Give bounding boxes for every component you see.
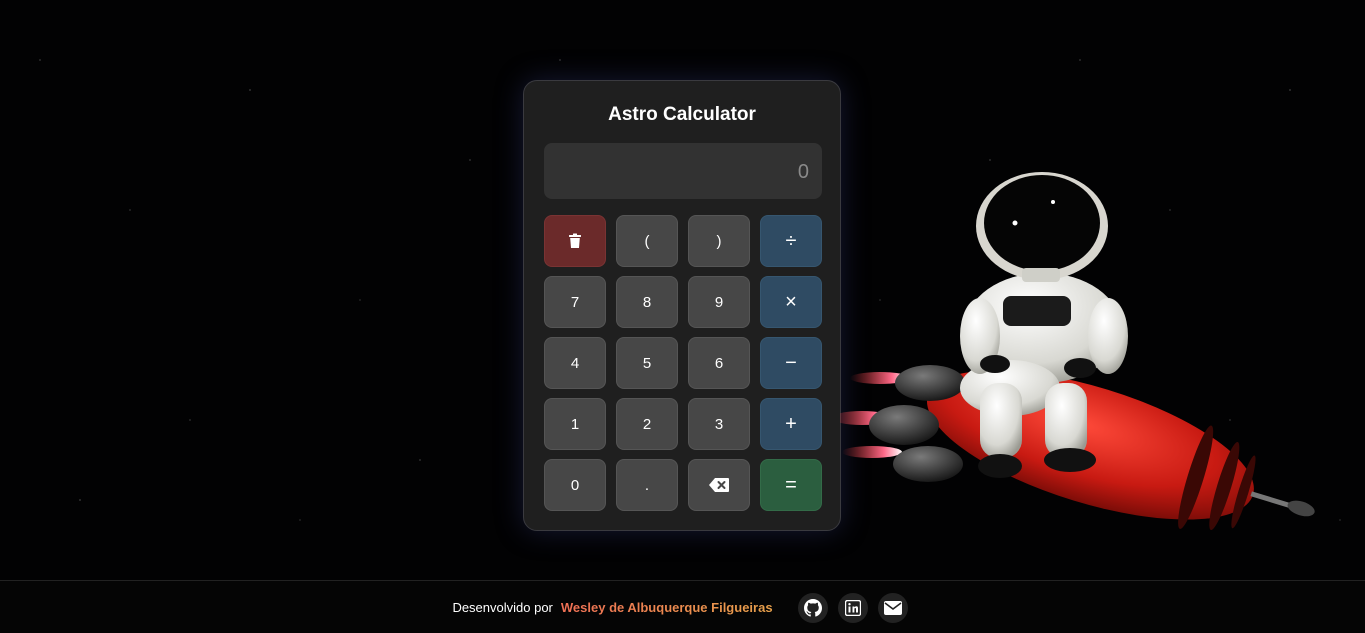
linkedin-link[interactable] (837, 592, 868, 623)
digit-1-button[interactable]: 1 (544, 398, 606, 450)
github-link[interactable] (797, 592, 828, 623)
close-paren-button[interactable]: ) (688, 215, 750, 267)
calculator-display: 0 (544, 143, 822, 199)
backspace-button[interactable] (688, 459, 750, 511)
footer-prefix: Desenvolvido por (452, 600, 553, 615)
calculator-title: Astro Calculator (608, 104, 756, 125)
astronaut-rocket-illustration (840, 172, 1315, 531)
digit-4-button[interactable]: 4 (544, 337, 606, 389)
footer: Desenvolvido por Wesley de Albuquerque F… (0, 580, 1365, 633)
digit-8-button[interactable]: 8 (616, 276, 678, 328)
email-link[interactable] (877, 592, 908, 623)
digit-5-button[interactable]: 5 (616, 337, 678, 389)
email-icon (883, 600, 902, 615)
calculator-panel: Astro Calculator 0 ( ) ÷ 7 8 9 × 4 5 6 −… (523, 80, 841, 531)
digit-0-button[interactable]: 0 (544, 459, 606, 511)
author-link[interactable]: Wesley de Albuquerque Filgueiras (561, 600, 773, 615)
subtract-button[interactable]: − (760, 337, 822, 389)
keypad: ( ) ÷ 7 8 9 × 4 5 6 − 1 2 3 + 0 . = (544, 215, 824, 511)
clear-button[interactable] (544, 215, 606, 267)
space-background: Astro Calculator 0 ( ) ÷ 7 8 9 × 4 5 6 −… (0, 0, 1365, 633)
open-paren-button[interactable]: ( (616, 215, 678, 267)
trash-icon (569, 233, 581, 248)
digit-2-button[interactable]: 2 (616, 398, 678, 450)
decimal-button[interactable]: . (616, 459, 678, 511)
digit-3-button[interactable]: 3 (688, 398, 750, 450)
equals-button[interactable]: = (760, 459, 822, 511)
github-icon (803, 598, 822, 617)
add-button[interactable]: + (760, 398, 822, 450)
digit-6-button[interactable]: 6 (688, 337, 750, 389)
multiply-button[interactable]: × (760, 276, 822, 328)
linkedin-icon (844, 599, 861, 616)
digit-9-button[interactable]: 9 (688, 276, 750, 328)
digit-7-button[interactable]: 7 (544, 276, 606, 328)
backspace-icon (709, 478, 729, 492)
divide-button[interactable]: ÷ (760, 215, 822, 267)
